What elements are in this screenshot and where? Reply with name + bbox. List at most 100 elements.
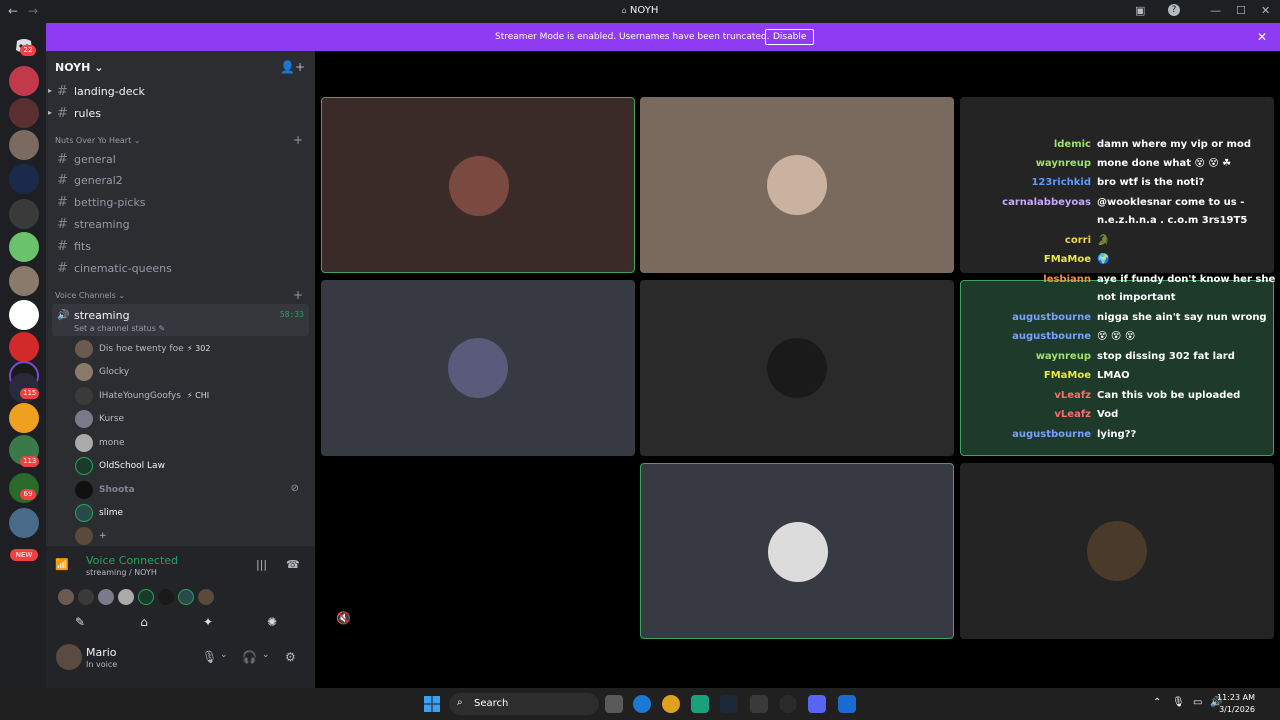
disable-button[interactable]: Disable bbox=[765, 29, 815, 45]
banner-close-icon[interactable]: ✕ bbox=[1257, 30, 1267, 44]
add-channel-icon[interactable]: + bbox=[293, 133, 303, 147]
channel-streaming[interactable]: # streaming bbox=[54, 215, 309, 235]
voice-user[interactable]: Shoota ⊘ bbox=[75, 480, 305, 500]
voice-user[interactable]: + bbox=[75, 526, 305, 546]
server-icon[interactable] bbox=[9, 164, 39, 194]
server-icon[interactable] bbox=[9, 508, 39, 538]
category-nuts-over-yo-heart[interactable]: Nuts Over Yo Heart ⌄ bbox=[55, 136, 140, 145]
help-icon[interactable]: ? bbox=[1168, 4, 1180, 16]
server-icon[interactable] bbox=[9, 199, 39, 229]
guild-header[interactable]: NOYH ⌄ 👤+ bbox=[46, 51, 315, 84]
chevron-down-icon[interactable]: ⌄ bbox=[262, 650, 270, 660]
task-view-icon[interactable] bbox=[605, 695, 623, 713]
app-icon[interactable] bbox=[750, 695, 768, 713]
chat-user: carnalabbeyoas bbox=[1002, 197, 1091, 208]
channel-cinematic-queens[interactable]: # cinematic-queens bbox=[54, 259, 309, 279]
steam-icon[interactable] bbox=[720, 695, 738, 713]
video-tile[interactable] bbox=[960, 463, 1274, 639]
chat-user: lesbiann bbox=[1043, 274, 1091, 285]
server-icon[interactable] bbox=[9, 232, 39, 262]
microphone-icon[interactable]: 🎙 bbox=[202, 650, 217, 664]
clock-time: 11:23 AM bbox=[1217, 693, 1255, 702]
taskbar-clock[interactable]: 11:23 AM 3/1/2026 bbox=[1217, 692, 1255, 716]
caret-right-icon: ▸ bbox=[48, 108, 53, 117]
server-icon[interactable] bbox=[9, 300, 39, 330]
channel-general[interactable]: # general bbox=[54, 150, 309, 170]
disconnect-icon[interactable]: ☎ bbox=[286, 558, 300, 571]
inbox-icon[interactable]: ▣ bbox=[1135, 4, 1145, 17]
windows-taskbar: ⌕ Search ⌃ 🎙 ▭ 🔊 11:23 AM 3/1/2026 bbox=[0, 688, 1280, 720]
channel-betting-picks[interactable]: # betting-picks bbox=[54, 193, 309, 213]
tray-mic-icon[interactable]: 🎙 bbox=[1172, 697, 1185, 708]
voice-user[interactable]: Dis hoe twenty foe ⚡ 302 bbox=[75, 339, 305, 359]
server-icon: ⌂ bbox=[621, 6, 627, 15]
voice-user[interactable]: Glocky bbox=[75, 362, 305, 382]
chrome-icon[interactable] bbox=[662, 695, 680, 713]
activities-icon[interactable]: ✦ bbox=[178, 607, 238, 637]
headphones-icon[interactable]: 🎧 bbox=[242, 650, 257, 664]
share-screen-icon[interactable]: ⌂ bbox=[114, 607, 174, 637]
server-icon[interactable] bbox=[9, 332, 39, 362]
voice-channel-name: streaming bbox=[74, 309, 130, 322]
channel-fits[interactable]: # fits bbox=[54, 237, 309, 257]
edge-icon[interactable] bbox=[633, 695, 651, 713]
video-tile[interactable] bbox=[640, 463, 954, 639]
channel-rules[interactable]: ▸ # rules bbox=[48, 104, 309, 124]
video-tile[interactable] bbox=[321, 97, 635, 273]
channel-landing-deck[interactable]: ▸ # landing-deck bbox=[48, 82, 309, 102]
avatar bbox=[1087, 521, 1147, 581]
video-tile[interactable] bbox=[321, 280, 635, 456]
chevron-down-icon[interactable]: ⌄ bbox=[220, 650, 228, 660]
channel-name: fits bbox=[74, 240, 91, 253]
server-icon[interactable] bbox=[9, 130, 39, 160]
video-tile[interactable] bbox=[640, 280, 954, 456]
settings-gear-icon[interactable]: ⚙ bbox=[285, 650, 296, 664]
user-status: In voice bbox=[86, 660, 118, 669]
tray-chevron-icon[interactable]: ⌃ bbox=[1153, 697, 1161, 708]
avatar[interactable] bbox=[56, 644, 82, 670]
video-off-icon[interactable]: ✎ bbox=[50, 607, 110, 637]
voice-user[interactable]: IHateYoungGoofys ⚡ CHI bbox=[75, 386, 305, 406]
voice-user[interactable]: slime bbox=[75, 503, 305, 523]
category-voice-channels[interactable]: Voice Channels ⌄ bbox=[55, 291, 125, 300]
voice-user[interactable]: mone bbox=[75, 433, 305, 453]
app-icon[interactable] bbox=[838, 695, 856, 713]
server-icon[interactable] bbox=[9, 266, 39, 296]
voice-user[interactable]: Kurse bbox=[75, 409, 305, 429]
noise-suppression-icon[interactable]: ||| bbox=[256, 558, 267, 571]
channel-name: cinematic-queens bbox=[74, 262, 172, 275]
avatar bbox=[75, 387, 93, 405]
chat-user: FMaMoe bbox=[1043, 370, 1091, 381]
hash-icon: # bbox=[57, 239, 68, 254]
channel-general2[interactable]: # general2 bbox=[54, 171, 309, 191]
app-icon[interactable] bbox=[779, 695, 797, 713]
maximize-icon[interactable]: ☐ bbox=[1236, 4, 1246, 17]
voice-channel-streaming[interactable]: 🔊 streaming 58:33 Set a channel status ✎ bbox=[52, 304, 309, 336]
discord-taskbar-icon[interactable] bbox=[808, 695, 826, 713]
server-icon[interactable] bbox=[9, 66, 39, 96]
soundboard-icon[interactable]: ✺ bbox=[242, 607, 302, 637]
guild-name[interactable]: NOYH ⌄ bbox=[55, 61, 103, 74]
voice-connected-title[interactable]: Voice Connected bbox=[86, 554, 178, 567]
close-window-icon[interactable]: ✕ bbox=[1261, 4, 1270, 17]
server-icon[interactable] bbox=[9, 98, 39, 128]
app-icon[interactable] bbox=[691, 695, 709, 713]
server-icon[interactable] bbox=[9, 403, 39, 433]
video-tile[interactable] bbox=[640, 97, 954, 273]
video-tile[interactable] bbox=[321, 463, 635, 639]
avatar bbox=[768, 522, 828, 582]
minimize-icon[interactable]: — bbox=[1210, 4, 1221, 17]
windows-start-icon[interactable] bbox=[424, 696, 440, 712]
voice-user[interactable]: OldSchool Law bbox=[75, 456, 305, 476]
speaker-icon: 🔊 bbox=[57, 310, 70, 321]
signal-icon[interactable]: 📶 bbox=[55, 558, 69, 571]
hash-icon: # bbox=[57, 173, 68, 188]
hash-icon: # bbox=[57, 84, 68, 99]
add-channel-icon[interactable]: + bbox=[293, 288, 303, 302]
invite-people-icon[interactable]: 👤+ bbox=[280, 60, 305, 74]
voice-connected-subtitle[interactable]: streaming / NOYH bbox=[86, 568, 157, 577]
channel-status[interactable]: Set a channel status ✎ bbox=[74, 324, 165, 333]
tray-network-icon[interactable]: ▭ bbox=[1193, 697, 1202, 708]
avatar bbox=[767, 338, 827, 398]
taskbar-search[interactable]: ⌕ Search bbox=[449, 693, 599, 715]
